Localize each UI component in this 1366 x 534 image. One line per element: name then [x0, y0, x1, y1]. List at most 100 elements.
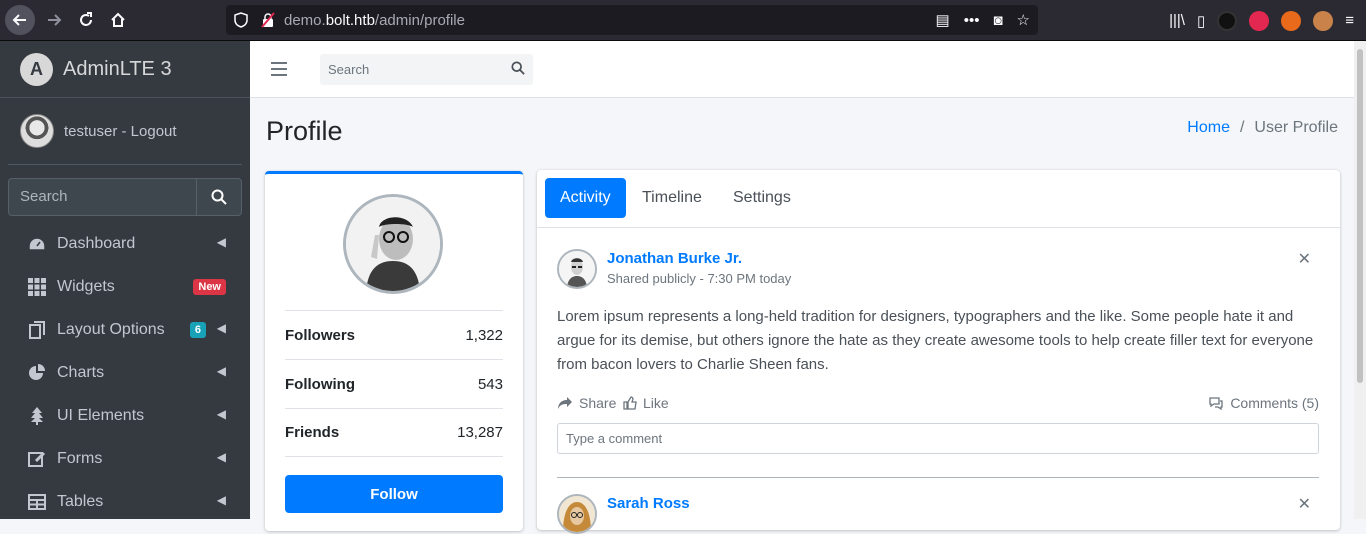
avatar	[20, 114, 54, 148]
profile-tabs: Activity Timeline Settings	[537, 170, 1340, 228]
bookmark-star-icon[interactable]: ☆	[1017, 11, 1030, 29]
reload-button[interactable]	[71, 5, 101, 35]
navbar-search: Search	[320, 54, 533, 85]
reload-icon	[80, 12, 92, 26]
chevron-left-icon: ◀	[216, 321, 226, 335]
post-divider	[557, 477, 1319, 478]
sidebar-item-widgets[interactable]: Widgets New	[0, 265, 250, 308]
tab-settings[interactable]: Settings	[718, 178, 806, 218]
sidebar-item-dashboard[interactable]: Dashboard ◀	[0, 222, 250, 265]
browser-extensions: |||\ ▯ ≡	[1169, 0, 1366, 41]
chevron-left-icon: ◀	[216, 450, 226, 464]
top-navbar: Search	[250, 41, 1354, 98]
sidebar-item-charts[interactable]: Charts ◀	[0, 351, 250, 394]
post-actions: Share Like Comments (5)	[557, 395, 1319, 415]
post-username[interactable]: Jonathan Burke Jr.	[607, 250, 742, 267]
thumbs-up-icon	[623, 396, 637, 410]
sidebar-item-ui-elements[interactable]: UI Elements ◀	[0, 394, 250, 437]
arrow-left-icon	[12, 14, 26, 26]
share-link[interactable]: Share	[557, 395, 616, 411]
copy-icon	[28, 320, 46, 339]
grid-icon	[28, 277, 46, 296]
chevron-left-icon: ◀	[216, 235, 226, 249]
sidebar-item-forms[interactable]: Forms ◀	[0, 437, 250, 480]
url-text: demo.bolt.htb/admin/profile	[284, 11, 465, 29]
breadcrumb-separator: /	[1239, 119, 1245, 136]
library-icon[interactable]: |||\	[1169, 12, 1185, 29]
like-link[interactable]: Like	[623, 395, 669, 411]
brand-text: AdminLTE 3	[63, 57, 172, 80]
back-button[interactable]	[5, 5, 35, 35]
reader-view-icon[interactable]: ▤	[936, 11, 950, 29]
tree-icon	[28, 406, 46, 425]
breadcrumb-home-link[interactable]: Home	[1187, 119, 1230, 137]
comments-link[interactable]: Comments (5)	[1208, 395, 1319, 411]
new-badge: New	[193, 279, 226, 295]
url-actions: ▤ ••• ◙ ☆	[936, 5, 1030, 35]
brand-link[interactable]: A AdminLTE 3	[0, 41, 250, 98]
user-panel: testuser - Logout	[8, 98, 242, 165]
chevron-left-icon: ◀	[216, 493, 226, 507]
post-text: Lorem ipsum represents a long-held tradi…	[557, 308, 1314, 373]
home-icon	[111, 12, 125, 27]
chevron-left-icon: ◀	[216, 364, 226, 378]
profile-stats: Followers 1,322 Following 543 Friends 13…	[285, 310, 503, 457]
post-username[interactable]: Sarah Ross	[607, 495, 690, 512]
avatar	[557, 494, 597, 534]
user-logout-link[interactable]: testuser - Logout	[64, 123, 177, 140]
pocket-icon[interactable]: ◙	[993, 12, 1002, 29]
browser-toolbar: demo.bolt.htb/admin/profile ▤ ••• ◙ ☆ ||…	[0, 0, 1366, 41]
comment-input[interactable]: Type a comment	[557, 423, 1319, 454]
insecure-lock-icon	[260, 12, 276, 28]
sidebar-search-input[interactable]: Search	[8, 178, 196, 216]
sidebar-menu: Dashboard ◀ Widgets New Layout Options 6…	[0, 222, 250, 523]
home-button[interactable]	[103, 5, 133, 35]
extension-lock-icon[interactable]	[1249, 10, 1270, 31]
close-icon[interactable]: ✕	[1298, 249, 1311, 269]
sidebar-item-layout-options[interactable]: Layout Options 6 ◀	[0, 308, 250, 351]
activity-card: Activity Timeline Settings Jonathan Burk…	[537, 170, 1340, 534]
tab-timeline[interactable]: Timeline	[627, 178, 717, 218]
post-description: Shared publicly - 7:30 PM today	[607, 271, 792, 286]
stat-following: Following 543	[285, 359, 503, 408]
navbar-search-button[interactable]	[503, 61, 533, 78]
sidebar-search: Search	[8, 178, 242, 216]
close-icon[interactable]: ✕	[1298, 494, 1311, 514]
count-badge: 6	[189, 322, 206, 338]
breadcrumb-current: User Profile	[1254, 119, 1338, 136]
main-sidebar: A AdminLTE 3 testuser - Logout Search Da…	[0, 41, 250, 519]
sidebar-item-tables[interactable]: Tables ◀	[0, 480, 250, 523]
search-icon	[211, 189, 227, 205]
extension-icon[interactable]	[1217, 10, 1238, 31]
sidebar-toggle-icon[interactable]: ▯	[1197, 12, 1205, 30]
table-icon	[28, 493, 46, 511]
tab-activity[interactable]: Activity	[545, 178, 626, 218]
brand-logo: A	[20, 52, 53, 86]
extension-fox-icon[interactable]	[1281, 10, 1302, 31]
pie-chart-icon	[28, 363, 46, 382]
url-bar[interactable]: demo.bolt.htb/admin/profile ▤ ••• ◙ ☆	[226, 5, 1038, 35]
stat-friends: Friends 13,287	[285, 408, 503, 457]
page-scrollbar[interactable]	[1354, 41, 1366, 519]
share-icon	[558, 397, 572, 409]
chevron-left-icon: ◀	[216, 407, 226, 421]
follow-button[interactable]: Follow	[285, 475, 503, 513]
page-title: Profile	[266, 116, 343, 146]
arrow-right-icon	[48, 14, 62, 26]
edit-icon	[28, 450, 46, 468]
menu-icon[interactable]: ≡	[1345, 12, 1354, 29]
shield-icon	[234, 12, 248, 28]
navbar-search-input[interactable]: Search	[320, 62, 503, 77]
sidebar-search-button[interactable]	[196, 178, 242, 216]
tachometer-icon	[28, 235, 46, 253]
breadcrumb: Home / User Profile	[1187, 119, 1338, 137]
scrollbar-thumb[interactable]	[1357, 49, 1363, 383]
extension-cookie-icon[interactable]	[1313, 10, 1334, 31]
more-icon[interactable]: •••	[964, 12, 980, 29]
search-icon	[511, 61, 525, 75]
profile-image	[343, 194, 443, 294]
forward-button[interactable]	[39, 5, 69, 35]
post: Sarah Ross ✕	[557, 494, 1319, 534]
profile-card: Followers 1,322 Following 543 Friends 13…	[265, 171, 523, 531]
hamburger-menu-icon[interactable]	[271, 60, 287, 81]
